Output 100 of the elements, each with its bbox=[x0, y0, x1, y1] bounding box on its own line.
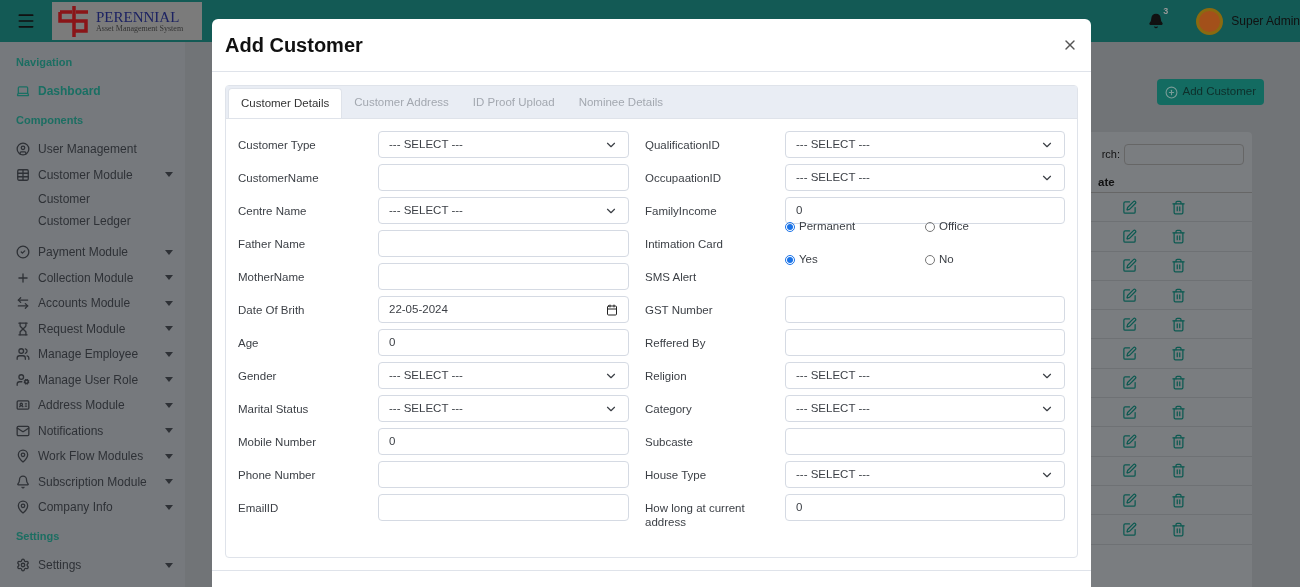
edit-icon[interactable] bbox=[1122, 316, 1137, 332]
select-field[interactable]: --- SELECT --- bbox=[378, 197, 629, 224]
trash-icon[interactable] bbox=[1171, 199, 1186, 215]
sidebar-subitem[interactable]: Customer bbox=[16, 187, 185, 210]
field-label: How long at current address bbox=[645, 501, 746, 529]
select-field[interactable]: --- SELECT --- bbox=[785, 362, 1065, 389]
trash-icon[interactable] bbox=[1171, 434, 1186, 449]
field-label: Subcaste bbox=[645, 435, 694, 449]
edit-icon[interactable] bbox=[1122, 404, 1137, 420]
select-field[interactable]: --- SELECT --- bbox=[785, 461, 1065, 488]
edit-icon[interactable] bbox=[1122, 521, 1137, 537]
tab[interactable]: Nominee Details bbox=[566, 88, 675, 118]
caret-icon bbox=[165, 504, 173, 510]
sidebar-item[interactable]: Settings bbox=[16, 552, 185, 578]
radio-option[interactable]: No bbox=[925, 251, 1065, 269]
text-field[interactable] bbox=[785, 329, 1065, 356]
text-field[interactable] bbox=[378, 461, 629, 488]
date-field[interactable]: 22-05-2024 bbox=[378, 296, 629, 323]
edit-icon[interactable] bbox=[1122, 199, 1137, 215]
edit-icon[interactable] bbox=[1122, 434, 1137, 449]
table-search-field[interactable] bbox=[1124, 144, 1244, 165]
caret-icon bbox=[165, 300, 173, 306]
edit-icon[interactable] bbox=[1122, 346, 1137, 362]
trash-icon[interactable] bbox=[1171, 375, 1186, 391]
menu-icon bbox=[16, 347, 30, 362]
caret-icon bbox=[165, 351, 173, 357]
select-field[interactable]: --- SELECT --- bbox=[785, 131, 1065, 158]
caret-icon bbox=[165, 377, 173, 383]
caret-icon bbox=[165, 453, 173, 459]
trash-icon[interactable] bbox=[1171, 463, 1186, 479]
text-field[interactable]: 0 bbox=[378, 428, 629, 455]
trash-icon[interactable] bbox=[1171, 404, 1186, 420]
field-label: Date Of Brith bbox=[238, 303, 306, 317]
text-field[interactable] bbox=[378, 164, 629, 191]
text-field[interactable] bbox=[785, 296, 1065, 323]
text-field[interactable]: 0 bbox=[785, 494, 1065, 521]
trash-icon[interactable] bbox=[1171, 316, 1186, 332]
edit-icon[interactable] bbox=[1122, 375, 1137, 391]
select-field[interactable]: --- SELECT --- bbox=[785, 395, 1065, 422]
menu-button[interactable] bbox=[16, 11, 36, 31]
field-label: Mobile Number bbox=[238, 435, 317, 449]
tab[interactable]: Customer Details bbox=[228, 88, 343, 118]
field-label: SMS Alert bbox=[645, 270, 698, 284]
text-field[interactable]: 0 bbox=[378, 329, 629, 356]
add-customer-button[interactable]: Add Customer bbox=[1157, 79, 1264, 105]
bell-icon[interactable] bbox=[1148, 13, 1165, 29]
menu-icon bbox=[16, 142, 30, 157]
field-label: MotherName bbox=[238, 270, 306, 284]
sidebar-item[interactable]: Accounts Module bbox=[16, 290, 185, 316]
text-field[interactable] bbox=[378, 494, 629, 521]
trash-icon[interactable] bbox=[1171, 521, 1186, 537]
text-field[interactable] bbox=[378, 230, 629, 257]
edit-icon[interactable] bbox=[1122, 228, 1137, 244]
sidebar-item[interactable]: Address Module bbox=[16, 392, 185, 418]
sidebar-item[interactable]: Company Info bbox=[16, 494, 185, 520]
select-field[interactable]: --- SELECT --- bbox=[378, 395, 629, 422]
caret-icon bbox=[165, 479, 173, 485]
sidebar-item[interactable]: Collection Module bbox=[16, 265, 185, 291]
caret-icon bbox=[165, 402, 173, 408]
text-field[interactable] bbox=[378, 263, 629, 290]
edit-icon[interactable] bbox=[1122, 492, 1137, 508]
field-label: Religion bbox=[645, 369, 688, 383]
select-field[interactable]: --- SELECT --- bbox=[785, 164, 1065, 191]
edit-icon[interactable] bbox=[1122, 287, 1137, 303]
sidebar-item[interactable]: User Management bbox=[16, 136, 185, 162]
field-label: FamilyIncome bbox=[645, 204, 718, 218]
trash-icon[interactable] bbox=[1171, 287, 1186, 303]
sidebar-item[interactable]: Work Flow Modules bbox=[16, 443, 185, 469]
edit-icon[interactable] bbox=[1122, 463, 1137, 479]
field-label: Reffered By bbox=[645, 336, 707, 350]
avatar[interactable] bbox=[1196, 7, 1224, 35]
select-field[interactable]: --- SELECT --- bbox=[378, 362, 629, 389]
field-label: QualificationID bbox=[645, 138, 721, 152]
menu-icon bbox=[16, 270, 30, 285]
sidebar-item[interactable]: Manage User Role bbox=[16, 367, 185, 393]
edit-icon[interactable] bbox=[1122, 258, 1137, 274]
select-field[interactable]: --- SELECT --- bbox=[378, 131, 629, 158]
tab[interactable]: ID Proof Upload bbox=[460, 88, 567, 118]
field-label: Marital Status bbox=[238, 402, 310, 416]
field-label: Intimation Card bbox=[645, 237, 724, 251]
tab[interactable]: Customer Address bbox=[342, 88, 461, 118]
trash-icon[interactable] bbox=[1171, 492, 1186, 508]
field-label: Age bbox=[238, 336, 260, 350]
sidebar-subitem[interactable]: Customer Ledger bbox=[16, 209, 185, 232]
radio-option[interactable]: Yes bbox=[785, 251, 925, 269]
field-label: OccupaationID bbox=[645, 171, 723, 185]
sidebar-item[interactable]: Notifications bbox=[16, 418, 185, 444]
trash-icon[interactable] bbox=[1171, 258, 1186, 274]
sidebar-item[interactable]: Request Module bbox=[16, 316, 185, 342]
menu-icon bbox=[16, 474, 30, 489]
sidebar-item[interactable]: Subscription Module bbox=[16, 469, 185, 495]
user-name: Super Admin bbox=[1231, 13, 1300, 30]
trash-icon[interactable] bbox=[1171, 228, 1186, 244]
sidebar-item[interactable]: Customer Module bbox=[16, 162, 185, 188]
sidebar-item[interactable]: Payment Module bbox=[16, 239, 185, 265]
sidebar-item[interactable]: Manage Employee bbox=[16, 341, 185, 367]
menu-icon bbox=[16, 321, 30, 336]
menu-icon bbox=[16, 423, 30, 438]
text-field[interactable] bbox=[785, 428, 1065, 455]
trash-icon[interactable] bbox=[1171, 346, 1186, 362]
